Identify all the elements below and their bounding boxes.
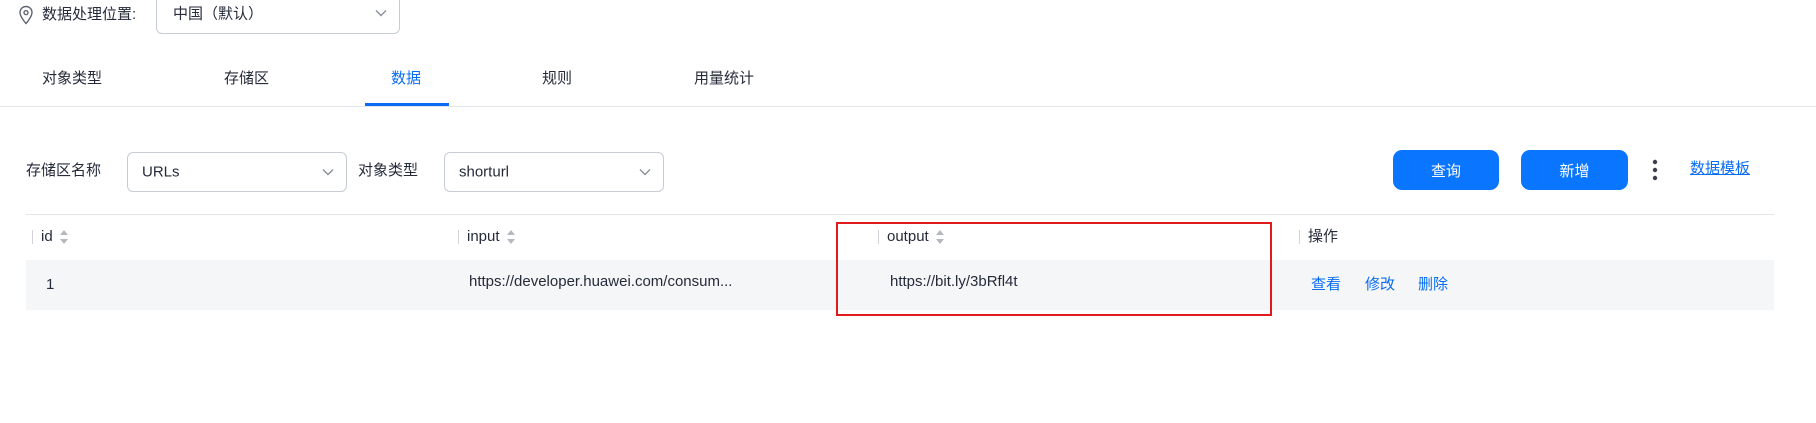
chevron-down-icon <box>322 169 334 176</box>
table-divider <box>26 214 1774 215</box>
sort-icon[interactable] <box>59 229 69 245</box>
object-type-value: shorturl <box>459 163 510 181</box>
column-separator <box>1299 230 1300 244</box>
active-tab-indicator <box>365 103 449 106</box>
tab-data[interactable]: 数据 <box>391 68 421 90</box>
storage-zone-label: 存储区名称 <box>26 162 102 179</box>
location-select-value: 中国（默认） <box>173 5 264 23</box>
add-button[interactable]: 新增 <box>1521 150 1628 190</box>
storage-zone-value: URLs <box>142 163 180 181</box>
chevron-down-icon <box>375 10 387 17</box>
storage-zone-select[interactable]: URLs <box>127 152 347 192</box>
delete-link[interactable]: 删除 <box>1418 275 1448 295</box>
tab-usage-stats[interactable]: 用量统计 <box>694 68 754 90</box>
query-button[interactable]: 查询 <box>1393 150 1499 190</box>
column-header-actions: 操作 <box>1299 226 1338 248</box>
sort-icon[interactable] <box>506 229 516 245</box>
column-separator <box>458 230 459 244</box>
map-pin-icon <box>19 5 33 25</box>
column-header-label: input <box>467 228 500 245</box>
highlight-annotation-box <box>836 222 1272 316</box>
edit-link[interactable]: 修改 <box>1365 275 1395 295</box>
column-header-label: 操作 <box>1308 228 1339 245</box>
object-type-label: 对象类型 <box>358 162 419 179</box>
column-separator <box>32 230 33 244</box>
tab-bar: 对象类型 存储区 数据 规则 用量统计 <box>0 56 1816 107</box>
chevron-down-icon <box>639 169 651 176</box>
column-header-label: id <box>41 228 53 245</box>
column-header-input[interactable]: input <box>458 226 516 248</box>
cell-input: https://developer.huawei.com/consum... <box>469 273 733 290</box>
view-link[interactable]: 查看 <box>1311 275 1341 295</box>
tab-object-types[interactable]: 对象类型 <box>42 68 102 90</box>
object-type-select[interactable]: shorturl <box>444 152 664 192</box>
vertical-ellipsis-icon[interactable] <box>1651 158 1659 182</box>
location-label: 数据处理位置: <box>42 6 137 23</box>
location-select[interactable]: 中国（默认） <box>156 0 400 34</box>
tab-storage-zones[interactable]: 存储区 <box>224 68 269 90</box>
tab-rules[interactable]: 规则 <box>542 68 572 90</box>
column-header-id[interactable]: id <box>32 226 69 248</box>
cell-id: 1 <box>46 276 55 293</box>
data-template-link[interactable]: 数据模板 <box>1690 159 1750 179</box>
